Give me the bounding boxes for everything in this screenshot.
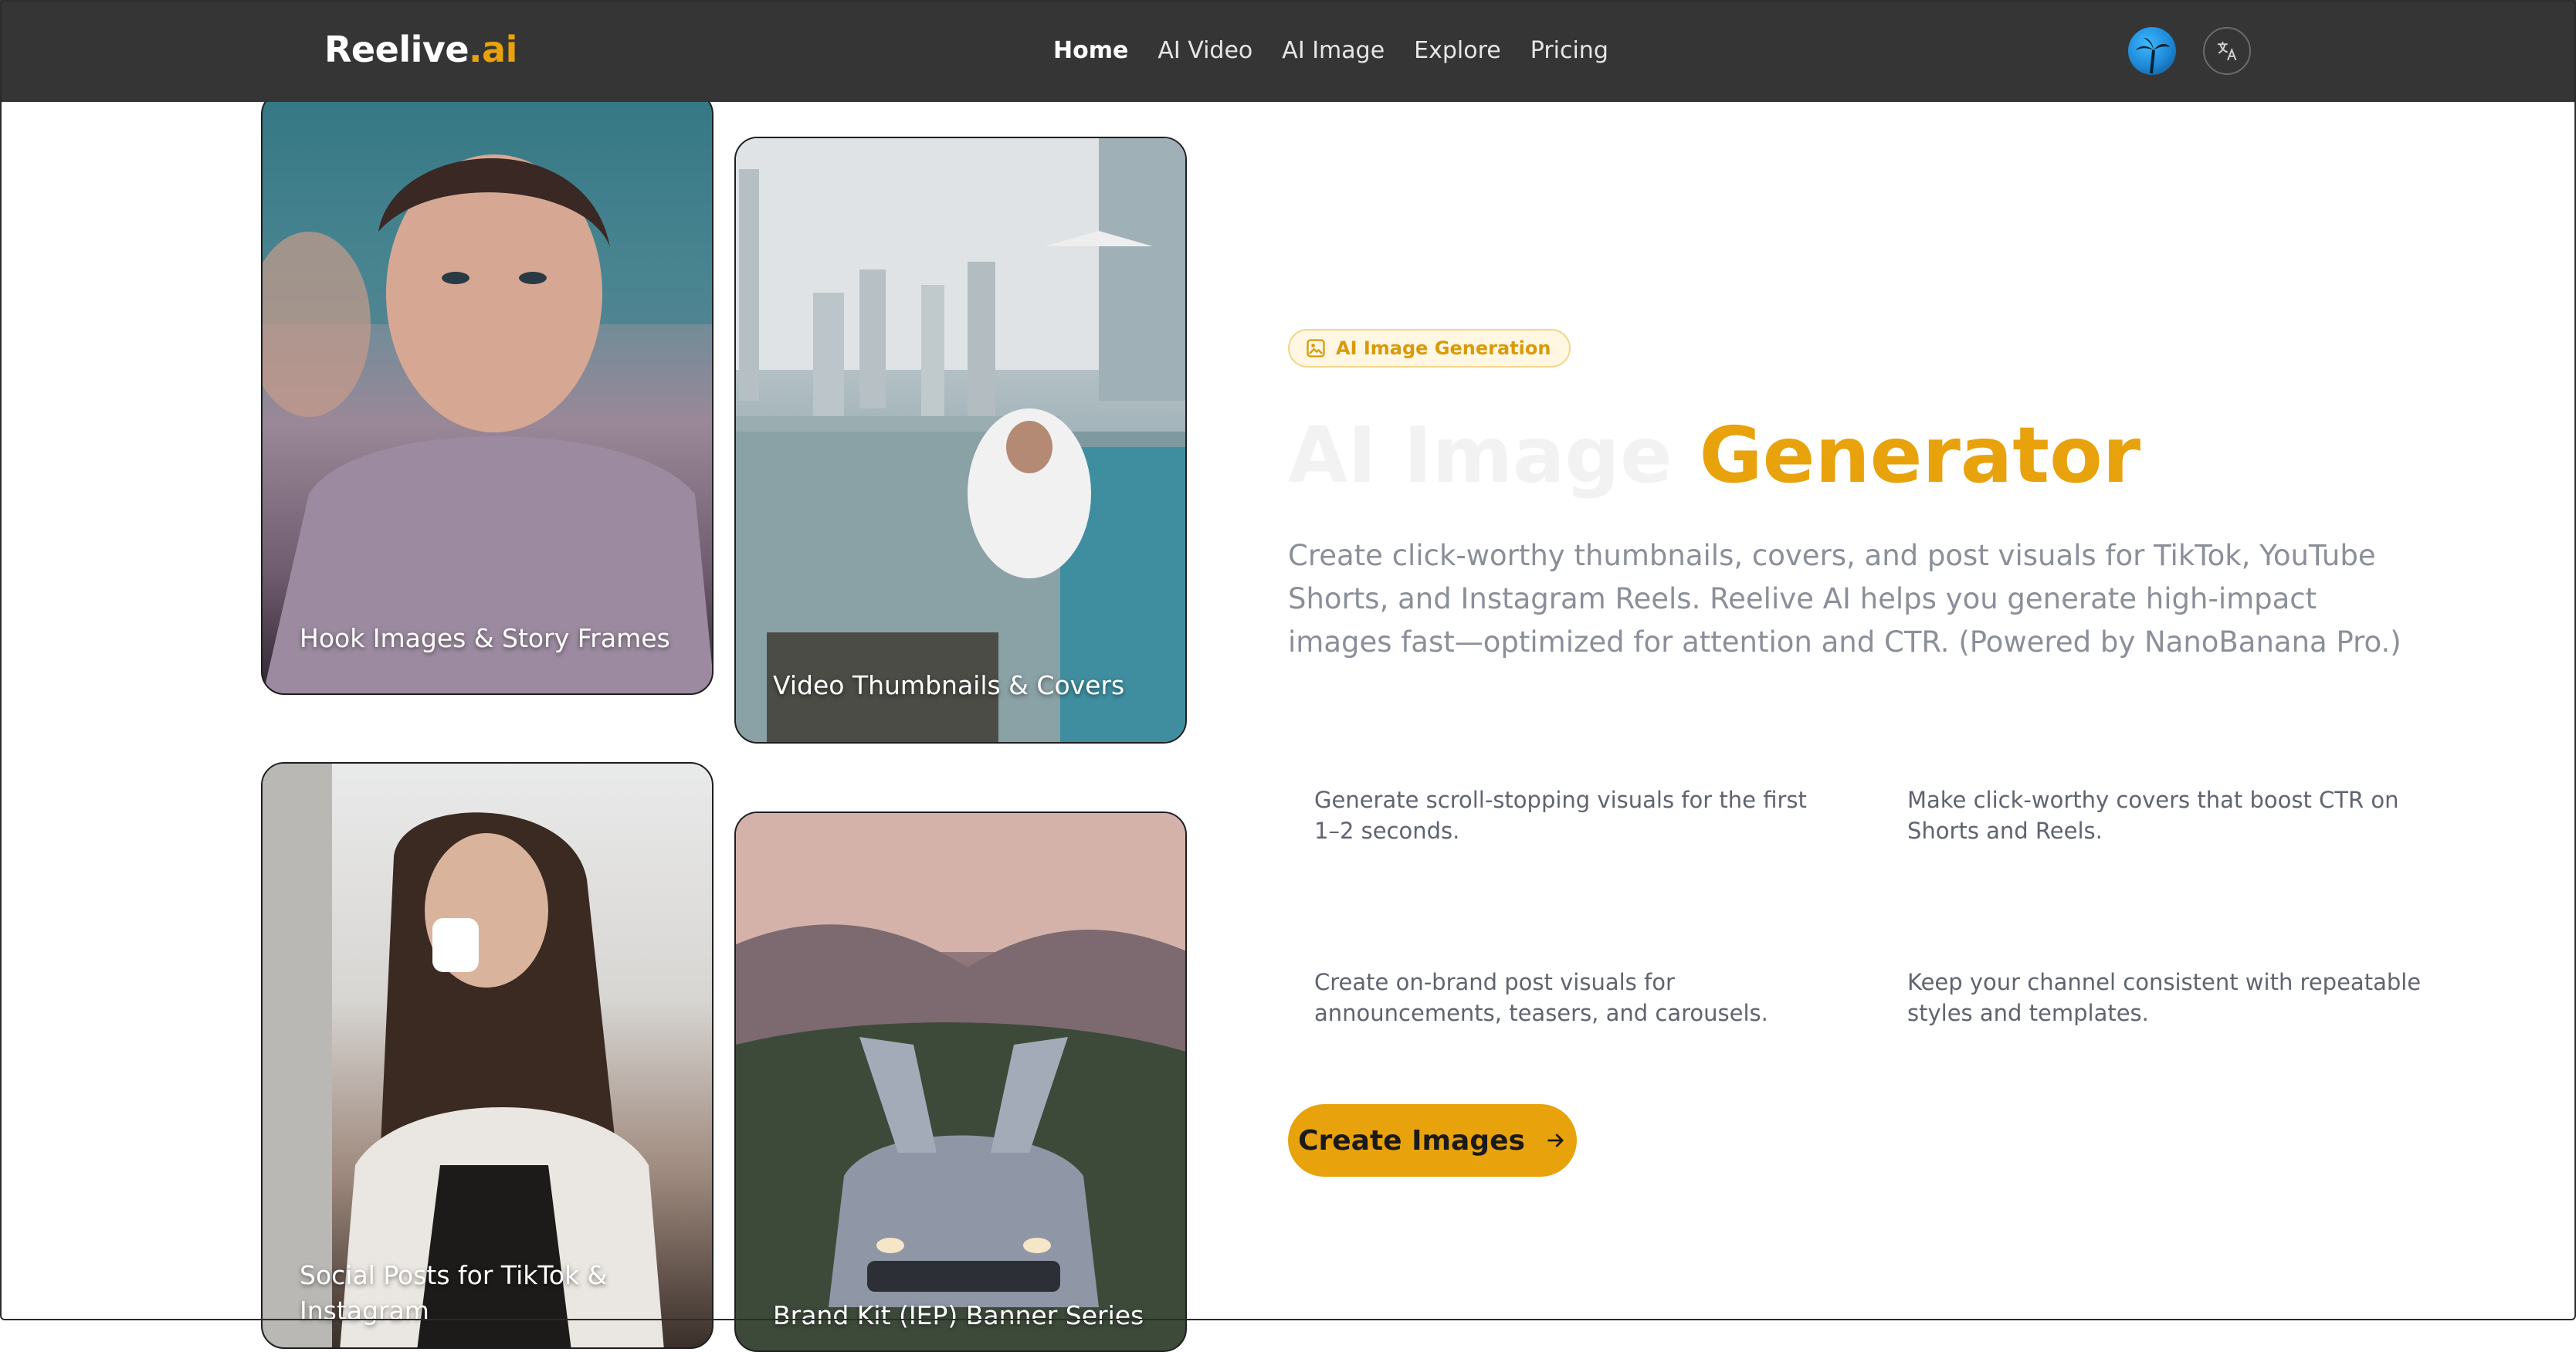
user-avatar[interactable]: [2128, 27, 2176, 75]
category-badge: AI Image Generation: [1288, 329, 1571, 368]
image-icon: [1307, 339, 1325, 357]
card-caption: Hook Images & Story Frames: [300, 623, 670, 653]
avatar-palm-icon: [2136, 38, 2170, 74]
portrait-image: [263, 93, 712, 693]
hero-description: Create click-worthy thumbnails, covers, …: [1288, 539, 2401, 659]
nav-home[interactable]: Home: [1053, 34, 1128, 68]
badge-label: AI Image Generation: [1336, 337, 1551, 359]
arrow-right-icon: [1547, 1133, 1564, 1147]
card-caption: Social Posts for TikTok & Instagram: [300, 1260, 608, 1326]
skyline-image: [736, 138, 1185, 742]
feature-item: Generate scroll-stopping visuals for the…: [1314, 787, 1807, 844]
card-caption: Brand Kit (IEP) Banner Series: [773, 1300, 1144, 1330]
card-video-thumbnails[interactable]: Video Thumbnails & Covers: [734, 137, 1187, 744]
feature-item: Keep your channel consistent with repeat…: [1907, 969, 2422, 1026]
feature-item: Create on-brand post visuals for announc…: [1314, 969, 1768, 1026]
card-caption: Video Thumbnails & Covers: [773, 670, 1125, 700]
page-title: AI Image Generator: [1288, 410, 2141, 500]
card-hook-images[interactable]: Hook Images & Story Frames: [261, 91, 713, 695]
nav-pricing[interactable]: Pricing: [1530, 34, 1608, 68]
nav-ai-image[interactable]: AI Image: [1282, 34, 1385, 68]
card-brand-kit[interactable]: Brand Kit (IEP) Banner Series: [734, 812, 1187, 1352]
nav-ai-video[interactable]: AI Video: [1158, 34, 1252, 68]
main-nav: Home AI Video AI Image Explore Pricing: [1053, 34, 1608, 68]
nav-explore[interactable]: Explore: [1414, 34, 1501, 68]
supercar-image: [736, 813, 1185, 1350]
card-social-posts[interactable]: Social Posts for TikTok & Instagram: [261, 762, 713, 1349]
translate-icon: [2217, 41, 2237, 61]
create-images-button[interactable]: Create Images: [1288, 1104, 1577, 1177]
cta-label: Create Images: [1298, 1124, 1525, 1157]
feature-item: Make click-worthy covers that boost CTR …: [1907, 787, 2399, 844]
language-button[interactable]: [2203, 27, 2251, 75]
logo[interactable]: Reelive.ai: [324, 26, 517, 73]
top-navbar: Reelive.ai Home AI Video AI Image Explor…: [0, 0, 2576, 102]
